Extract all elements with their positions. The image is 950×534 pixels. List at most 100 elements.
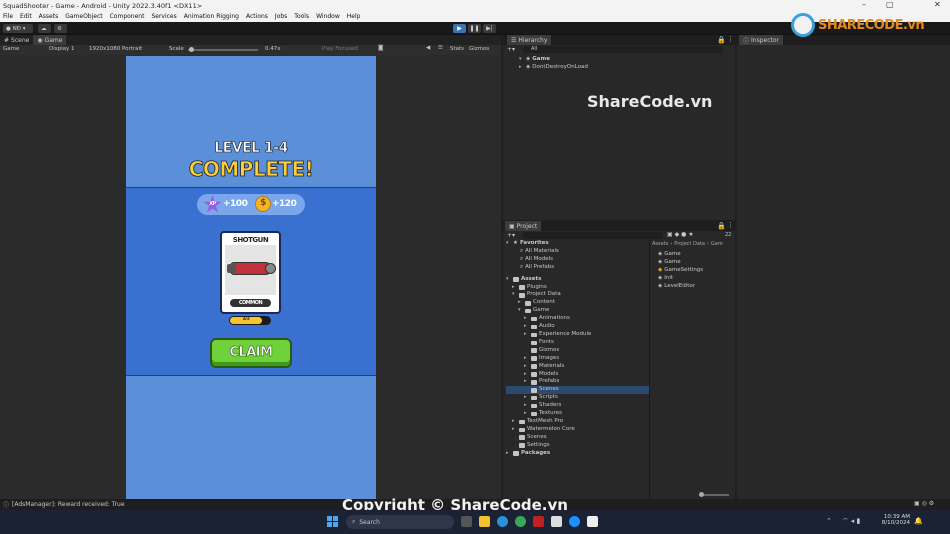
- claim-button[interactable]: CLAIM: [210, 338, 292, 368]
- expand-icon[interactable]: ▸: [524, 355, 529, 363]
- scale-slider[interactable]: [188, 47, 258, 52]
- game-mode-dropdown[interactable]: Game: [3, 46, 19, 52]
- folder-item[interactable]: ▸ Images: [506, 355, 650, 363]
- project-splitter[interactable]: [649, 240, 650, 499]
- pause-button[interactable]: ❚❚: [468, 24, 481, 33]
- play-focused-dropdown[interactable]: Play Focused: [322, 46, 358, 52]
- cloud-icon[interactable]: ☁: [38, 24, 51, 33]
- folder-item[interactable]: ▸ Plugins: [506, 284, 650, 292]
- panel-menu-icon[interactable]: ⋮: [727, 221, 734, 229]
- layout-icon[interactable]: ☰: [438, 45, 443, 51]
- account-button[interactable]: ● NĐ ▾: [3, 24, 33, 33]
- menu-assets[interactable]: Assets: [39, 13, 59, 20]
- notification-icon[interactable]: 🔔: [914, 517, 923, 525]
- tab-scene[interactable]: # Scene: [0, 35, 33, 45]
- display-dropdown[interactable]: Display 1: [49, 46, 75, 52]
- zalo-icon[interactable]: [569, 516, 580, 527]
- create-asset-button[interactable]: +▾: [507, 232, 515, 239]
- menu-file[interactable]: File: [3, 13, 13, 20]
- folder-item[interactable]: ▸ Shaders: [506, 402, 650, 410]
- breadcrumb-game[interactable]: Gam: [711, 241, 723, 247]
- play-button[interactable]: ▶: [453, 24, 466, 33]
- packages-header[interactable]: ▸ Packages: [506, 450, 650, 458]
- maximize-icon[interactable]: ▢: [886, 0, 894, 9]
- favorite-item[interactable]: ⌕ All Models: [506, 256, 650, 264]
- folder-item[interactable]: ▸ Textures: [506, 410, 650, 418]
- folder-item[interactable]: ▾ Project Data: [506, 291, 650, 299]
- hierarchy-item-dontdestroy[interactable]: ▸ ◈ DontDestroyOnLoad: [519, 64, 588, 72]
- asset-item[interactable]: ◆ GameSettings: [658, 267, 703, 275]
- unity-hub-icon[interactable]: [551, 516, 562, 527]
- windows-start-icon[interactable]: [327, 516, 338, 527]
- expand-icon[interactable]: ▸: [524, 402, 529, 410]
- folder-item[interactable]: ▸ TextMesh Pro: [506, 418, 650, 426]
- edge-icon[interactable]: [497, 516, 508, 527]
- tray-icons[interactable]: ⌔ ◂ ▮: [842, 517, 860, 526]
- task-view-icon[interactable]: [461, 516, 472, 527]
- menu-help[interactable]: Help: [347, 13, 361, 20]
- panel-menu-icon[interactable]: ⋮: [727, 35, 734, 43]
- tab-hierarchy[interactable]: ☰ Hierarchy: [507, 35, 552, 45]
- collab-icon[interactable]: ⚙: [54, 24, 67, 33]
- asset-item[interactable]: ◈ LevelEditor: [658, 283, 703, 291]
- menu-edit[interactable]: Edit: [20, 13, 32, 20]
- folder-item[interactable]: ▸ Models: [506, 371, 650, 379]
- folder-item[interactable]: Fonts: [506, 339, 650, 347]
- folder-item[interactable]: Scenes: [506, 434, 650, 442]
- folder-item[interactable]: ▸ Scripts: [506, 394, 650, 402]
- folder-item[interactable]: ▸ Audio: [506, 323, 650, 331]
- folder-item[interactable]: ▸ Watermelon Core: [506, 426, 650, 434]
- folder-item-selected[interactable]: Scenes: [506, 386, 650, 395]
- breadcrumb-assets[interactable]: Assets: [652, 241, 668, 247]
- tab-game[interactable]: ◉ Game: [33, 35, 67, 45]
- create-button[interactable]: +▾: [507, 46, 515, 53]
- minimize-icon[interactable]: –: [862, 0, 866, 9]
- scale-slider-handle[interactable]: [189, 47, 194, 52]
- expand-icon[interactable]: ▸: [519, 64, 524, 72]
- folder-item[interactable]: Settings: [506, 442, 650, 450]
- lock-icon[interactable]: 🔒: [717, 36, 726, 44]
- assets-header[interactable]: ▾ Assets: [506, 276, 650, 284]
- favorite-item[interactable]: ⌕ All Prefabs: [506, 264, 650, 272]
- asset-item[interactable]: ◈ Game: [658, 259, 703, 267]
- menu-actions[interactable]: Actions: [246, 13, 268, 20]
- taskbar-search[interactable]: ⌕ Search: [346, 515, 454, 529]
- lock-icon[interactable]: 🔒: [717, 222, 726, 230]
- audio-icon[interactable]: ◀: [426, 45, 430, 51]
- filter-icons[interactable]: ▣ ◆ ● ★: [667, 231, 694, 238]
- menu-jobs[interactable]: Jobs: [275, 13, 287, 20]
- expand-icon[interactable]: ▸: [524, 363, 529, 371]
- tray-chevron-icon[interactable]: ⌃: [826, 517, 832, 525]
- menu-services[interactable]: Services: [151, 13, 176, 20]
- hierarchy-item-game[interactable]: ▾ ◈ Game: [519, 56, 588, 64]
- tab-inspector[interactable]: ⓘ Inspector: [739, 35, 784, 45]
- menu-window[interactable]: Window: [316, 13, 340, 20]
- unity-icon[interactable]: [587, 516, 598, 527]
- expand-icon[interactable]: ▸: [524, 378, 529, 386]
- status-message[interactable]: [AdsManager]: Reward received: True: [12, 501, 125, 508]
- clock[interactable]: 10:39 AM 8/10/2024: [880, 514, 910, 526]
- favorite-item[interactable]: ⌕ All Materials: [506, 248, 650, 256]
- resolution-dropdown[interactable]: 1920x1080 Portrait: [89, 46, 142, 52]
- tab-project[interactable]: ▣ Project: [505, 221, 542, 231]
- expand-icon[interactable]: ▸: [524, 331, 529, 339]
- close-icon[interactable]: ✕: [934, 0, 941, 9]
- project-search[interactable]: [523, 232, 663, 239]
- expand-icon[interactable]: ▸: [524, 371, 529, 379]
- gizmos-button[interactable]: Gizmos: [469, 46, 489, 52]
- step-button[interactable]: ▶|: [483, 24, 496, 33]
- mute-icon[interactable]: ◙: [378, 45, 383, 51]
- menu-tools[interactable]: Tools: [294, 13, 309, 20]
- asset-item[interactable]: ◈ Init: [658, 275, 703, 283]
- folder-item[interactable]: Gizmos: [506, 347, 650, 355]
- menu-animation-rigging[interactable]: Animation Rigging: [184, 13, 239, 20]
- expand-icon[interactable]: ▸: [524, 394, 529, 402]
- expand-icon[interactable]: ▸: [524, 323, 529, 331]
- file-explorer-icon[interactable]: [479, 516, 490, 527]
- chrome-icon[interactable]: [515, 516, 526, 527]
- folder-item[interactable]: ▾ Game: [506, 307, 650, 315]
- folder-item[interactable]: ▸ Animations: [506, 315, 650, 323]
- expand-icon[interactable]: ▸: [524, 410, 529, 418]
- folder-item[interactable]: ▸ Prefabs: [506, 378, 650, 386]
- app-icon[interactable]: [533, 516, 544, 527]
